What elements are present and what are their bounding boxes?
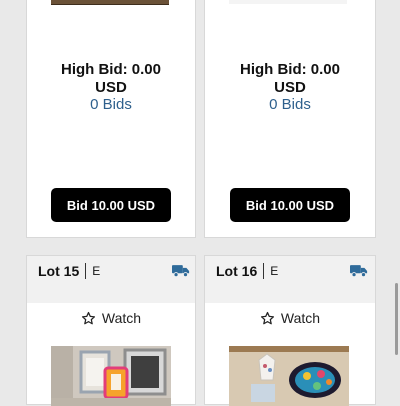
lot-photo[interactable]: [51, 346, 171, 406]
watch-label: Watch: [101, 310, 142, 326]
lot-card-16: Lot 16 E Watch: [204, 255, 376, 406]
lot-number: Lot 16: [216, 263, 258, 279]
lot-card: High Bid: 0.00 USD 0 Bids Bid 10.00 USD: [204, 0, 376, 238]
high-bid-label: High Bid: 0.00: [239, 61, 340, 78]
lot-header: Lot 15 E: [27, 256, 195, 303]
star-outline-icon: [81, 311, 95, 324]
bid-button[interactable]: Bid 10.00 USD: [230, 188, 350, 222]
truck-icon: [172, 265, 190, 278]
lot-card: High Bid: 0.00 USD 0 Bids Bid 10.00 USD: [26, 0, 196, 238]
bid-button[interactable]: Bid 10.00 USD: [51, 188, 171, 222]
divider: [263, 263, 265, 279]
high-bid-label: High Bid: 0.00: [60, 61, 161, 78]
watch-button[interactable]: Watch: [27, 308, 195, 328]
lot-image[interactable]: [229, 0, 347, 4]
divider: [85, 263, 87, 279]
high-bid: High Bid: 0.00 USD: [27, 61, 195, 97]
lot-card-15: Lot 15 E Watch: [26, 255, 196, 406]
lot-number: Lot 15: [38, 263, 80, 279]
high-bid: High Bid: 0.00 USD: [205, 61, 375, 97]
lot-title[interactable]: Lot 15 E: [38, 263, 100, 279]
lot-code: E: [92, 264, 101, 278]
watch-button[interactable]: Watch: [205, 308, 375, 328]
star-outline-icon: [260, 311, 274, 324]
watch-label: Watch: [280, 310, 321, 326]
high-bid-currency: USD: [95, 79, 127, 96]
scrollbar-thumb[interactable]: [395, 283, 398, 355]
lot-photo[interactable]: [229, 346, 349, 406]
bids-count-link[interactable]: 0 Bids: [205, 96, 375, 114]
lot-title[interactable]: Lot 16 E: [216, 263, 278, 279]
lot-header: Lot 16 E: [205, 256, 375, 303]
lot-code: E: [270, 264, 279, 278]
bids-count-link[interactable]: 0 Bids: [27, 96, 195, 114]
high-bid-currency: USD: [274, 79, 306, 96]
lot-image[interactable]: [51, 0, 169, 5]
truck-icon: [350, 265, 368, 278]
